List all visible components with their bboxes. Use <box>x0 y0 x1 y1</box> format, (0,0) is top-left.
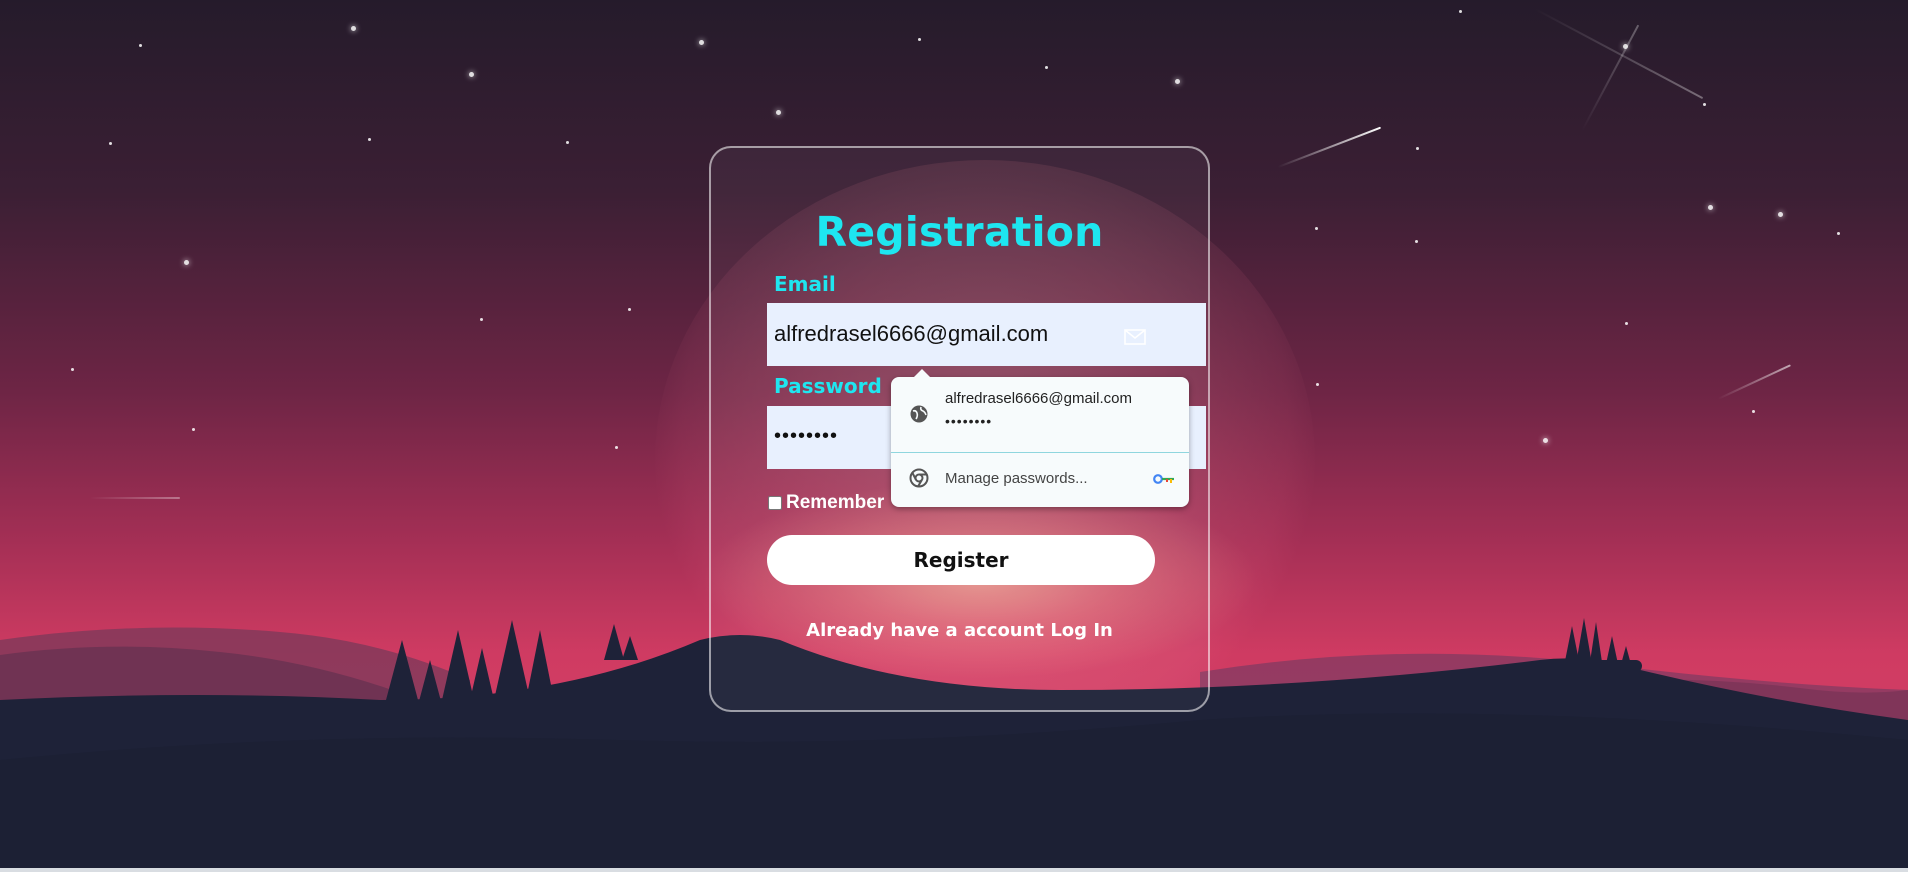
window-bottom-edge <box>0 868 1908 872</box>
email-field[interactable]: alfredrasel6666@gmail.com <box>767 303 1206 366</box>
remember-me[interactable]: Remember <box>768 492 884 514</box>
mail-icon <box>1124 329 1146 345</box>
autofill-suggestion[interactable]: alfredrasel6666@gmail.com •••••••• <box>891 377 1189 452</box>
remember-checkbox[interactable] <box>768 496 782 510</box>
login-link[interactable]: Log In <box>1050 620 1113 641</box>
password-label: Password <box>774 374 882 398</box>
email-value: alfredrasel6666@gmail.com <box>774 321 1048 347</box>
login-prompt: Already have a account Log In <box>711 620 1208 641</box>
manage-passwords-item[interactable]: Manage passwords... <box>891 453 1189 507</box>
suggestion-email: alfredrasel6666@gmail.com <box>945 390 1132 407</box>
password-value: •••••••• <box>774 425 839 447</box>
remember-label: Remember <box>786 492 885 513</box>
email-label: Email <box>774 272 836 296</box>
footer-text: Already have a account <box>806 620 1045 641</box>
email-text: alfredrasel6666@gmail.com <box>774 321 1049 346</box>
suggestion-password: •••••••• <box>945 413 993 429</box>
password-autofill-popup: alfredrasel6666@gmail.com •••••••• Manag… <box>891 369 1189 507</box>
chrome-icon <box>909 468 929 488</box>
key-icon <box>1153 474 1174 484</box>
page-title: Registration <box>815 208 1104 256</box>
manage-passwords-label: Manage passwords... <box>945 470 1088 487</box>
register-button[interactable]: Register <box>767 535 1155 585</box>
globe-icon <box>910 405 928 423</box>
